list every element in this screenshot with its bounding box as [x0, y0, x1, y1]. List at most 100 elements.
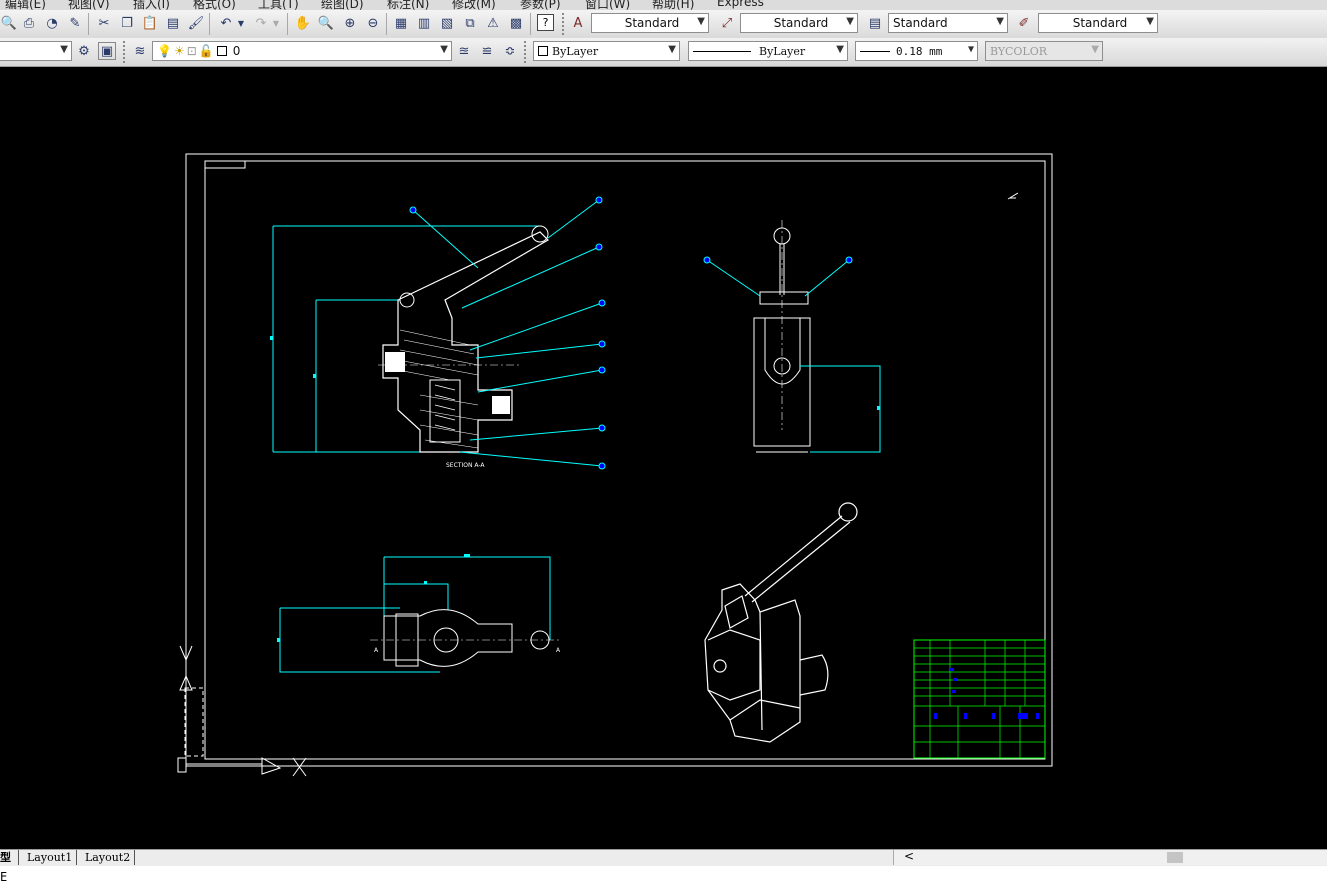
toolbar-separator [386, 13, 387, 35]
top-outline [383, 609, 513, 667]
zoom-realtime-icon[interactable]: 🔍 [317, 14, 335, 32]
lineweight-select[interactable]: 0.18 mm ▼ [855, 41, 978, 61]
color-select[interactable]: ByLayer ▼ [533, 41, 680, 61]
text-style-icon[interactable]: A [569, 14, 587, 32]
chevron-down-icon: ▼ [60, 44, 68, 55]
menu-bar: 编辑(E) 视图(V) 插入(I) 格式(O) 工具(T) 绘图(D) 标注(N… [0, 0, 1327, 10]
design-center-icon[interactable]: ▥ [415, 14, 433, 32]
side-view [703, 220, 881, 453]
layer-properties-icon[interactable]: ≋ [131, 42, 149, 60]
leader-lines [412, 199, 603, 467]
sheet-set-icon[interactable]: ⧉ [461, 14, 479, 32]
base-line [754, 445, 810, 453]
chevron-down-icon: ▼ [996, 16, 1004, 27]
menu-tools[interactable]: 工具(T) [258, 0, 299, 10]
match-properties-icon[interactable]: 🖌 [187, 14, 205, 32]
text-style-value: Standard [624, 16, 680, 30]
menu-draw[interactable]: 绘图(D) [321, 0, 364, 10]
export-icon[interactable]: ✎ [66, 14, 84, 32]
layer-previous-icon[interactable]: ≌ [478, 42, 496, 60]
table-style-icon[interactable]: ▤ [866, 14, 884, 32]
tab-layout1[interactable]: Layout1 [18, 850, 72, 865]
menu-format[interactable]: 格式(O) [193, 0, 236, 10]
plot-icon[interactable]: ⎙ [20, 14, 38, 32]
plotstyle-select[interactable]: BYCOLOR ▼ [985, 41, 1103, 61]
menu-modify[interactable]: 修改(M) [452, 0, 496, 10]
menu-express[interactable]: Express [717, 0, 764, 9]
undo-icon[interactable]: ↶ [217, 14, 235, 32]
multileader-style-select[interactable]: Standard ▼ [1038, 13, 1158, 33]
text-style-select[interactable]: Standard ▼ [591, 13, 709, 33]
linetype-value: ByLayer [759, 44, 806, 58]
tool-palettes-icon[interactable]: ▧ [438, 14, 456, 32]
menu-edit[interactable]: 编辑(E) [5, 0, 46, 10]
horizontal-scrollbar[interactable]: < [893, 849, 1327, 865]
threaded-port [492, 396, 510, 414]
layer-select[interactable]: 💡 ☀ ⊡ 🔓 0 ▼ [152, 41, 452, 61]
publish-icon[interactable]: ◔ [43, 14, 61, 32]
toolbar-grip[interactable] [524, 41, 529, 63]
dimension-text [270, 336, 273, 340]
standard-toolbar: 🔍 ⎙ ◔ ✎ ✂ ❐ 📋 ▤ 🖌 ↶ ▼ ↷ ▼ ✋ 🔍 ⊕ ⊖ ▦ ▥ ▧ … [0, 10, 1327, 39]
toolbar-grip[interactable] [123, 41, 128, 63]
paste-special-icon[interactable]: ▤ [164, 14, 182, 32]
drawing-svg[interactable]: SECTION A-A A A [0, 67, 1327, 849]
menu-help[interactable]: 帮助(H) [652, 0, 694, 10]
spring-chamber [429, 379, 461, 443]
plot-preview-icon[interactable]: 🔍 [0, 14, 18, 32]
title-block-grid [914, 640, 1045, 758]
copy-icon[interactable]: ❐ [118, 14, 136, 32]
pan-icon[interactable]: ✋ [294, 14, 312, 32]
threaded-port [385, 352, 405, 372]
redo-icon[interactable]: ↷ [252, 14, 270, 32]
menu-parameters[interactable]: 参数(P) [520, 0, 561, 10]
menu-view[interactable]: 视图(V) [68, 0, 110, 10]
title-block [913, 639, 1046, 759]
dim-style-select[interactable]: Standard ▼ [740, 13, 858, 33]
menu-dimension[interactable]: 标注(N) [387, 0, 429, 10]
dim-style-value: Standard [773, 16, 829, 30]
markup-icon[interactable]: ⚠ [484, 14, 502, 32]
calculator-icon[interactable]: ▩ [507, 14, 525, 32]
lineweight-sample [860, 50, 890, 52]
zoom-window-icon[interactable]: ⊕ [341, 14, 359, 32]
scroll-left-icon[interactable]: < [904, 849, 914, 863]
leader-lines [706, 259, 850, 297]
toolbar-grip[interactable] [562, 13, 567, 35]
zoom-previous-icon[interactable]: ⊖ [364, 14, 382, 32]
undo-dropdown-icon[interactable]: ▼ [236, 14, 246, 32]
scroll-thumb[interactable] [1167, 852, 1183, 863]
help-icon[interactable]: ? [537, 14, 554, 31]
command-line[interactable]: E [0, 866, 1327, 887]
plotstyle-value: BYCOLOR [990, 44, 1047, 58]
cut-icon[interactable]: ✂ [95, 14, 113, 32]
menu-window[interactable]: 窗口(W) [585, 0, 630, 10]
dimension-text [277, 638, 280, 642]
paste-icon[interactable]: 📋 [141, 14, 159, 32]
linetype-select[interactable]: ByLayer ▼ [688, 41, 848, 61]
sun-icon: ☀ [173, 44, 185, 58]
workspace-toggle-icon[interactable]: ▣ [98, 42, 116, 60]
tab-model[interactable]: 型 [0, 850, 11, 865]
top-view: A A [277, 554, 561, 673]
workspace-settings-icon[interactable]: ⚙ [75, 42, 93, 60]
tab-layout2[interactable]: Layout2 [76, 850, 136, 865]
layer-states-icon[interactable]: ≎ [501, 42, 519, 60]
drawing-canvas[interactable]: SECTION A-A A A [0, 67, 1327, 849]
layout-tab-bar: 型 Layout1 Layout2 < [0, 849, 1327, 866]
properties-icon[interactable]: ▦ [392, 14, 410, 32]
section-outline [382, 231, 549, 453]
workspace-select[interactable]: ▼ [0, 41, 72, 61]
toolbar-separator [209, 13, 210, 35]
make-object-layer-current-icon[interactable]: ≊ [455, 42, 473, 60]
redo-dropdown-icon[interactable]: ▼ [271, 14, 281, 32]
dimension-line [800, 365, 881, 453]
dim-style-icon[interactable]: ⤢ [718, 14, 736, 32]
handle-knob [531, 225, 549, 243]
menu-insert[interactable]: 插入(I) [133, 0, 170, 10]
multileader-style-value: Standard [1072, 16, 1128, 30]
table-style-select[interactable]: Standard ▼ [888, 13, 1008, 33]
multileader-style-icon[interactable]: ✐ [1015, 14, 1033, 32]
dimension-text [464, 554, 470, 557]
chevron-down-icon: ▼ [967, 44, 974, 55]
